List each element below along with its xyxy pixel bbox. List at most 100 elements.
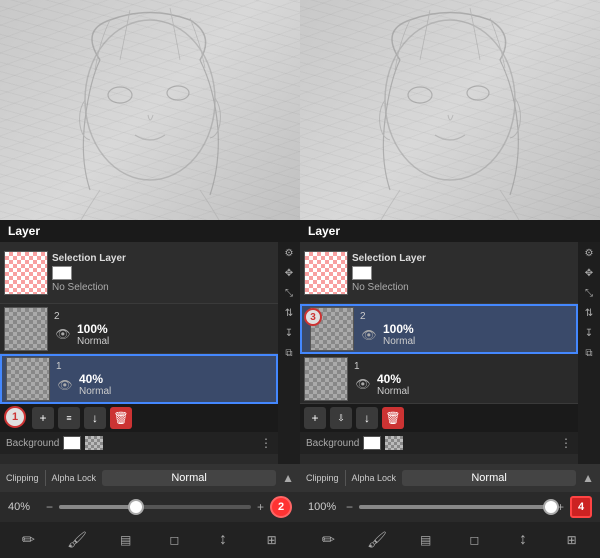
layer-panel-header-right: Layer	[300, 220, 600, 242]
opacity-bar-right: 100% − + 4	[300, 492, 600, 522]
tools-bar-right: ✏ 🖌 ▤ ◻ ↕ ⊞	[300, 522, 600, 558]
badge3-right: 3	[304, 308, 322, 326]
add-layer-btn-left[interactable]: +	[32, 407, 54, 429]
clipping-label-right: Clipping	[306, 473, 339, 483]
layer1-thumbnail-right	[304, 357, 348, 401]
bg-more-right[interactable]: ⋮	[560, 436, 572, 450]
layer-panel-title-right: Layer	[308, 224, 340, 238]
blend-mode-right[interactable]: Normal	[402, 470, 576, 486]
sidebar-down-right[interactable]: ↧	[580, 324, 598, 342]
opacity-fill-left	[59, 505, 136, 509]
transform-tool-right[interactable]: ⊞	[558, 526, 586, 554]
layer2-row-right[interactable]: 3 2 👁 100% Normal	[300, 304, 578, 354]
selection-layer-title-right: Selection Layer	[352, 253, 426, 264]
fill-tool-left[interactable]: ▤	[112, 526, 140, 554]
alpha-lock-label-right: Alpha Lock	[352, 473, 397, 483]
layer-toolbar-right: + ⇩ ↓ 🗑	[300, 404, 578, 432]
divider1-left	[45, 470, 46, 486]
move-down-btn-left[interactable]: ↓	[84, 407, 106, 429]
badge1-container-left: 1	[4, 406, 28, 430]
opacity-slider-right[interactable]	[359, 505, 551, 509]
bg-label-left: Background	[6, 438, 59, 449]
plus-btn-left[interactable]: +	[257, 500, 264, 514]
transform-tool-left[interactable]: ⊞	[258, 526, 286, 554]
minus-btn-right[interactable]: −	[346, 500, 353, 514]
blend-chevron-left[interactable]: ▲	[282, 471, 294, 485]
bottom-blend-bar-left: Clipping Alpha Lock Normal ▲	[0, 464, 300, 492]
layer1-row-left[interactable]: 1 👁 40% Normal	[0, 354, 278, 404]
badge1-left: 1	[4, 406, 26, 428]
eye-icon-layer1-left[interactable]: 👁	[56, 376, 74, 394]
opacity-bar-left: 40% − + 2	[0, 492, 300, 522]
clipping-label-left: Clipping	[6, 473, 39, 483]
layer-list-left: Selection Layer No Selection 2 👁	[0, 242, 278, 464]
sidebar-transform-left[interactable]: ⤡	[280, 284, 298, 302]
bg-row-right: Background ⋮	[300, 432, 578, 454]
layer2-opacity-right: 100% Normal	[383, 322, 415, 347]
sidebar-down-left[interactable]: ↧	[280, 324, 298, 342]
eraser-tool-right[interactable]: ◻	[460, 526, 488, 554]
layer-merge-btn-right[interactable]: ⇩	[330, 407, 352, 429]
selection-info-left: Selection Layer No Selection	[48, 251, 130, 295]
sidebar-transform-right[interactable]: ⤡	[580, 284, 598, 302]
eraser-tool-left[interactable]: ◻	[160, 526, 188, 554]
badge2-left: 2	[270, 496, 292, 518]
canvas-area-left	[0, 0, 300, 220]
divider1-right	[345, 470, 346, 486]
layer-list-right: Selection Layer No Selection 3 2	[300, 242, 578, 464]
no-selection-right: No Selection	[352, 282, 426, 293]
sidebar-settings-right[interactable]: ⚙	[580, 244, 598, 262]
bg-label-right: Background	[306, 438, 359, 449]
left-panel: Layer Selection Layer No Selection	[0, 0, 300, 558]
layer1-row-right[interactable]: 1 👁 40% Normal	[300, 354, 578, 404]
minus-btn-left[interactable]: −	[46, 500, 53, 514]
layer1-thumbnail-left	[6, 357, 50, 401]
layer1-opacity-left: 40% Normal	[79, 372, 111, 397]
sidebar-copy-left[interactable]: ⧉	[280, 344, 298, 362]
bg-more-left[interactable]: ⋮	[260, 436, 272, 450]
add-layer-btn-right[interactable]: +	[304, 407, 326, 429]
sidebar-copy-right[interactable]: ⧉	[580, 344, 598, 362]
bg-thumbnail-left	[63, 436, 81, 450]
layer-options-btn-left[interactable]: ≡	[58, 407, 80, 429]
opacity-thumb-left[interactable]	[128, 499, 144, 515]
selection-layer-row-left[interactable]: Selection Layer No Selection	[0, 242, 278, 304]
delete-layer-btn-left[interactable]: 🗑	[110, 407, 132, 429]
sidebar-flip-right[interactable]: ⇅	[580, 304, 598, 322]
brush-tool-right[interactable]: 🖌	[363, 526, 391, 554]
pencil-tool-left[interactable]: ✏	[14, 526, 42, 554]
move-tool-right[interactable]: ↕	[509, 526, 537, 554]
checker1-left	[7, 358, 49, 400]
opacity-slider-left[interactable]	[59, 505, 251, 509]
layer-panel-left: Layer Selection Layer No Selection	[0, 220, 300, 464]
layer2-row-left[interactable]: 2 👁 100% Normal	[0, 304, 278, 354]
sidebar-flip-left[interactable]: ⇅	[280, 304, 298, 322]
checker1-right	[305, 358, 347, 400]
fill-tool-right[interactable]: ▤	[412, 526, 440, 554]
pencil-tool-right[interactable]: ✏	[314, 526, 342, 554]
eye-icon-layer2-right[interactable]: 👁	[360, 326, 378, 344]
eye-icon-layer2-left[interactable]: 👁	[54, 325, 72, 343]
blend-mode-left[interactable]: Normal	[102, 470, 276, 486]
selection-layer-title-left: Selection Layer	[52, 253, 126, 264]
sidebar-move-left[interactable]: ✥	[280, 264, 298, 282]
delete-layer-btn-right[interactable]: 🗑	[382, 407, 404, 429]
move-tool-left[interactable]: ↕	[209, 526, 237, 554]
sel-box-right	[352, 266, 372, 280]
opacity-thumb-right[interactable]	[543, 499, 559, 515]
blend-chevron-right[interactable]: ▲	[582, 471, 594, 485]
selection-layer-row-right[interactable]: Selection Layer No Selection	[300, 242, 578, 304]
layer2-num-left: 2	[54, 311, 268, 322]
layer1-info-left: 1 👁 40% Normal	[50, 359, 272, 399]
bg-row-left: Background ⋮	[0, 432, 278, 454]
layer-panel-body-right: Selection Layer No Selection 3 2	[300, 242, 600, 464]
brush-tool-left[interactable]: 🖌	[63, 526, 91, 554]
eye-icon-layer1-right[interactable]: 👁	[354, 375, 372, 393]
bg-thumbnail-right	[363, 436, 381, 450]
sidebar-settings-left[interactable]: ⚙	[280, 244, 298, 262]
sidebar-move-right[interactable]: ✥	[580, 264, 598, 282]
opacity-value-right: 100%	[308, 501, 340, 513]
move-down-btn-right[interactable]: ↓	[356, 407, 378, 429]
bg-checker-left	[85, 436, 103, 450]
layer-panel-right: Layer Selection Layer No Selection	[300, 220, 600, 464]
